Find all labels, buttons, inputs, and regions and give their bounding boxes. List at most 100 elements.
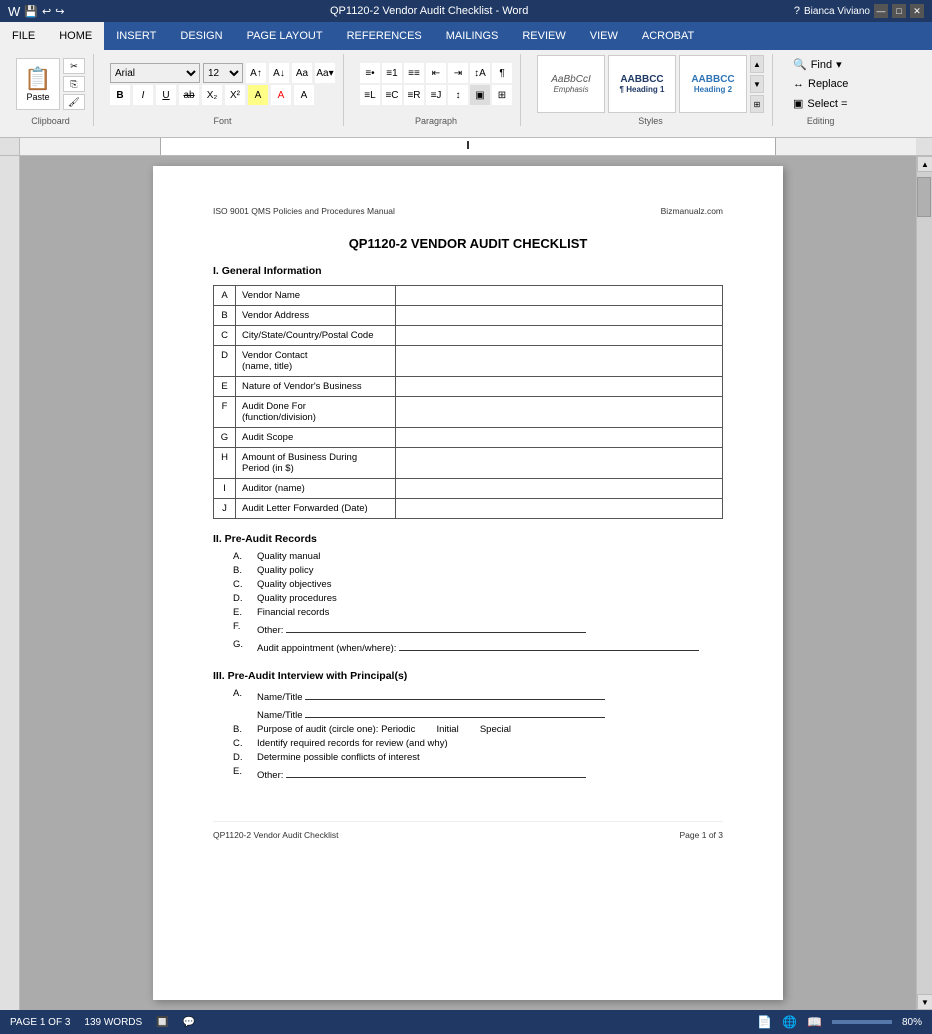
status-left: PAGE 1 OF 3 139 WORDS 🔲 💬: [10, 1017, 195, 1028]
section1-heading: I. General Information: [213, 265, 723, 277]
tab-page-layout[interactable]: PAGE LAYOUT: [235, 22, 335, 50]
align-left-button[interactable]: ≡L: [360, 85, 380, 105]
change-case-button[interactable]: Aa▾: [315, 63, 335, 83]
borders-button[interactable]: ⊞: [492, 85, 512, 105]
increase-indent-button[interactable]: ⇥: [448, 63, 468, 83]
sort-button[interactable]: ↕A: [470, 63, 490, 83]
comments-icon: 💬: [183, 1017, 195, 1028]
quick-access-redo[interactable]: ↪: [55, 5, 64, 18]
table-value[interactable]: [396, 428, 723, 448]
quick-access-undo[interactable]: ↩: [42, 5, 51, 18]
subscript-button[interactable]: X₂: [202, 85, 222, 105]
style-heading1[interactable]: AABBCC ¶ Heading 1: [608, 55, 676, 113]
ruler-scroll-corner: [916, 138, 932, 155]
style-emphasis[interactable]: AaBbCcI Emphasis: [537, 55, 605, 113]
table-value[interactable]: [396, 448, 723, 479]
clear-format-button[interactable]: Aa: [292, 63, 312, 83]
highlight-button[interactable]: A: [248, 85, 268, 105]
table-value[interactable]: [396, 326, 723, 346]
clipboard-small-buttons: ✂ ⎘ 🖌: [63, 58, 85, 110]
appointment-line[interactable]: [399, 639, 699, 651]
help-icon[interactable]: ?: [794, 5, 800, 17]
style-heading2[interactable]: AABBCC Heading 2: [679, 55, 747, 113]
scroll-thumb[interactable]: [917, 177, 931, 217]
list-letter: B.: [233, 565, 251, 576]
view-web-btn[interactable]: 🌐: [782, 1015, 797, 1029]
ribbon-content: 📋 Paste ✂ ⎘ 🖌 Clipboard Arial 12: [0, 50, 932, 138]
tab-insert[interactable]: INSERT: [104, 22, 168, 50]
list-item: C. Identify required records for review …: [233, 738, 723, 749]
view-print-btn[interactable]: 📄: [757, 1015, 772, 1029]
title-bar: W 💾 ↩ ↪ QP1120-2 Vendor Audit Checklist …: [0, 0, 932, 22]
replace-button[interactable]: ↔ Replace: [789, 76, 852, 92]
name-title-line2[interactable]: [305, 706, 605, 718]
superscript-button[interactable]: X²: [225, 85, 245, 105]
document-footer: QP1120-2 Vendor Audit Checklist Page 1 o…: [213, 821, 723, 840]
text-effects-button[interactable]: A: [294, 85, 314, 105]
copy-button[interactable]: ⎘: [63, 76, 85, 92]
minimize-button[interactable]: —: [874, 4, 888, 18]
tab-acrobat[interactable]: ACROBAT: [630, 22, 706, 50]
show-hide-button[interactable]: ¶: [492, 63, 512, 83]
styles-scroll-down[interactable]: ▼: [750, 75, 764, 93]
table-value[interactable]: [396, 346, 723, 377]
tab-review[interactable]: REVIEW: [510, 22, 577, 50]
list-item: B. Purpose of audit (circle one): Period…: [233, 724, 723, 735]
maximize-button[interactable]: □: [892, 4, 906, 18]
strikethrough-button[interactable]: ab: [179, 85, 199, 105]
zoom-slider[interactable]: [832, 1020, 892, 1024]
tab-file[interactable]: FILE: [0, 22, 47, 50]
shrink-font-button[interactable]: A↓: [269, 63, 289, 83]
name-title-line1[interactable]: [305, 688, 605, 700]
tab-home[interactable]: HOME: [47, 22, 104, 50]
scroll-down-button[interactable]: ▼: [917, 994, 932, 1010]
tab-references[interactable]: REFERENCES: [335, 22, 434, 50]
font-size-select[interactable]: 12: [203, 63, 243, 83]
select-button[interactable]: ▣ Select =: [789, 95, 852, 112]
close-button[interactable]: ✕: [910, 4, 924, 18]
bold-button[interactable]: B: [110, 85, 130, 105]
font-color-button[interactable]: A: [271, 85, 291, 105]
table-value[interactable]: [396, 499, 723, 519]
list-text: Quality procedures: [257, 593, 337, 604]
cut-button[interactable]: ✂: [63, 58, 85, 74]
table-value[interactable]: [396, 479, 723, 499]
bullets-button[interactable]: ≡•: [360, 63, 380, 83]
justify-button[interactable]: ≡J: [426, 85, 446, 105]
underline-button[interactable]: U: [156, 85, 176, 105]
tab-view[interactable]: VIEW: [578, 22, 630, 50]
styles-expand[interactable]: ⊞: [750, 95, 764, 113]
shading-button[interactable]: ▣: [470, 85, 490, 105]
paste-button[interactable]: 📋 Paste: [16, 58, 60, 110]
status-right: 📄 🌐 📖 80%: [757, 1015, 922, 1029]
table-row: B Vendor Address: [214, 306, 723, 326]
table-label: Vendor Address: [236, 306, 396, 326]
numbering-button[interactable]: ≡1: [382, 63, 402, 83]
view-read-btn[interactable]: 📖: [807, 1015, 822, 1029]
tab-design[interactable]: DESIGN: [168, 22, 234, 50]
format-painter-button[interactable]: 🖌: [63, 94, 85, 110]
table-value[interactable]: [396, 286, 723, 306]
other-line[interactable]: [286, 621, 586, 633]
scroll-up-button[interactable]: ▲: [917, 156, 932, 172]
section2-heading: II. Pre-Audit Records: [213, 533, 723, 545]
font-family-select[interactable]: Arial: [110, 63, 200, 83]
styles-scroll-up[interactable]: ▲: [750, 55, 764, 73]
align-right-button[interactable]: ≡R: [404, 85, 424, 105]
table-value[interactable]: [396, 306, 723, 326]
grow-font-button[interactable]: A↑: [246, 63, 266, 83]
other-line-2[interactable]: [286, 766, 586, 778]
quick-access-save[interactable]: 💾: [24, 5, 38, 18]
table-value[interactable]: [396, 377, 723, 397]
tab-mailings[interactable]: MAILINGS: [434, 22, 511, 50]
left-ruler: [0, 156, 20, 1010]
table-row: F Audit Done For(function/division): [214, 397, 723, 428]
table-value[interactable]: [396, 397, 723, 428]
align-center-button[interactable]: ≡C: [382, 85, 402, 105]
multilevel-button[interactable]: ≡≡: [404, 63, 424, 83]
italic-button[interactable]: I: [133, 85, 153, 105]
ruler-side-left: [0, 138, 20, 155]
line-spacing-button[interactable]: ↕: [448, 85, 468, 105]
find-button[interactable]: 🔍 Find ▾: [789, 56, 852, 73]
decrease-indent-button[interactable]: ⇤: [426, 63, 446, 83]
